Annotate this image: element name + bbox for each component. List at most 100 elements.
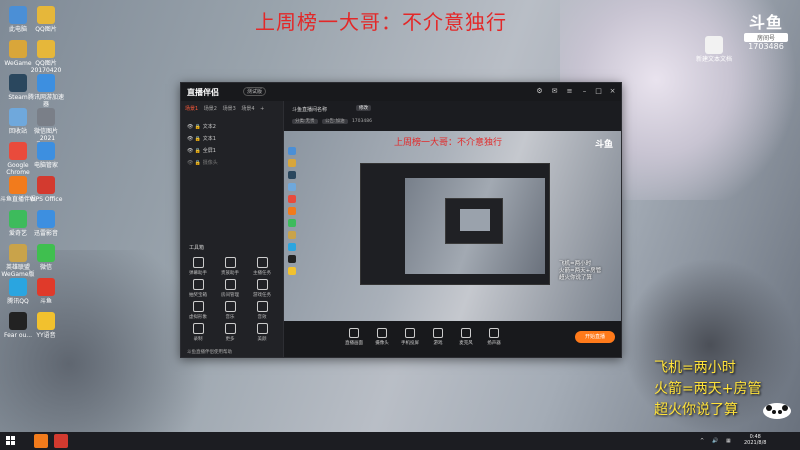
tray-arrow-icon[interactable]: ^ — [700, 438, 704, 444]
close-icon[interactable]: × — [609, 88, 616, 95]
toolbox-item[interactable]: 音效 — [249, 301, 275, 320]
app-icon — [37, 108, 55, 126]
app-icon — [37, 278, 55, 296]
preview-desktop-icons — [288, 147, 300, 307]
bottom-tool-icon — [349, 328, 359, 338]
source-item[interactable]: 👁 🔒 文本2 — [187, 123, 216, 130]
bottom-tool-icon — [489, 328, 499, 338]
tool-icon — [256, 257, 268, 268]
desktop-icon[interactable]: 微信图片_2021 — [28, 108, 64, 142]
toolbox-item[interactable]: 美颜 — [249, 323, 275, 342]
edit-room-button[interactable]: 修改 — [356, 105, 371, 111]
toolbox-item[interactable]: 音乐 — [217, 301, 243, 320]
app-icon — [37, 40, 55, 58]
toolbox-item[interactable]: 弹幕助手 — [185, 257, 211, 276]
room-subinfo: 分类:无畏 公告:加油 1703486 — [292, 118, 372, 124]
bottom-toolbar: 直播画面 摄像头 手机投屏 游戏 麦克风 扬声器 开始直播 — [284, 321, 621, 357]
app-icon — [37, 244, 55, 262]
desktop-icon-text-file[interactable]: 新建文本文档 — [696, 36, 732, 63]
titlebar: 直播伴侣 测试版 ⚙ ✉ ≡ – □ × — [181, 83, 621, 101]
room-title: 斗鱼直播间名称 — [292, 107, 328, 113]
desktop-icon[interactable]: 迅雷影音 — [28, 210, 64, 237]
toolbox-item[interactable]: 主播任务 — [249, 257, 275, 276]
nested-preview-2 — [445, 198, 503, 244]
volume-icon[interactable]: 🔊 — [712, 438, 718, 444]
app-logo: 直播伴侣 — [187, 88, 219, 97]
desktop-icon[interactable]: 电脑管家 — [28, 142, 64, 169]
preview-logo: 斗鱼 — [594, 140, 613, 150]
bottom-tool[interactable]: 摄像头 — [370, 328, 394, 346]
app-icon — [37, 176, 55, 194]
desktop-icon[interactable]: 微信 — [28, 244, 64, 271]
nested-preview — [405, 178, 545, 274]
windows-start-icon[interactable] — [6, 436, 16, 446]
bottom-tool[interactable]: 扬声器 — [482, 328, 506, 346]
desktop-icon[interactable]: WPS Office — [28, 176, 64, 203]
toolbox-item[interactable]: 贵族助手 — [217, 257, 243, 276]
tab-scene-1[interactable]: 场景1 — [185, 106, 198, 112]
tool-icon — [192, 323, 204, 334]
help-link[interactable]: 斗鱼直播伴侣使用帮助 — [187, 349, 232, 355]
tool-icon — [256, 279, 268, 290]
app-icon — [37, 312, 55, 330]
app-icon — [9, 210, 27, 228]
douyu-logo: 斗鱼 房间号 1703486 — [744, 14, 788, 56]
toolbox-item[interactable]: 房间管理 — [217, 279, 243, 298]
start-live-button[interactable]: 开始直播 — [575, 331, 615, 343]
toolbox-item[interactable]: 录制 — [185, 323, 211, 342]
taskbar-app-icon[interactable] — [54, 434, 68, 448]
app-icon — [9, 312, 27, 330]
app-icon — [37, 6, 55, 24]
source-item[interactable]: 👁 🔒 文本1 — [187, 135, 216, 142]
bottom-tool-icon — [433, 328, 443, 338]
app-icon — [9, 142, 27, 160]
bottom-tool[interactable]: 游戏 — [426, 328, 450, 346]
bottom-tool[interactable]: 手机投屏 — [398, 328, 422, 346]
toolbox-title: 工具箱 — [189, 245, 205, 251]
desktop-icon[interactable]: YY语音 — [28, 312, 64, 339]
bottom-tool[interactable]: 麦克风 — [454, 328, 478, 346]
stream-banner: 上周榜一大哥：不介意独行 — [255, 10, 507, 34]
desktop-icon[interactable]: QQ图片 — [28, 6, 64, 33]
tool-icon — [256, 323, 268, 334]
stream-preview[interactable]: 上周榜一大哥：不介意独行 斗鱼 飞机=两小时 火箭=两天+房管 超火你说了算 — [284, 131, 621, 321]
toolbox-item[interactable]: 虚拟形象 — [185, 301, 211, 320]
panda-sticker-icon — [763, 403, 791, 419]
bottom-tool[interactable]: 直播画面 — [342, 328, 366, 346]
maximize-icon[interactable]: □ — [595, 88, 602, 95]
desktop-icon[interactable]: 腾讯网游加速器 — [28, 74, 64, 108]
app-icon — [37, 142, 55, 160]
app-icon — [9, 6, 27, 24]
toolbox-item[interactable]: 游戏任务 — [249, 279, 275, 298]
message-icon[interactable]: ✉ — [551, 88, 558, 95]
tool-icon — [224, 279, 236, 290]
tool-icon — [192, 301, 204, 312]
taskbar-douyu-icon[interactable] — [34, 434, 48, 448]
app-icon — [9, 244, 27, 262]
network-icon[interactable]: ▦ — [726, 438, 731, 444]
bottom-tool-icon — [461, 328, 471, 338]
version-badge: 测试版 — [243, 87, 267, 96]
main-area: 斗鱼直播间名称 修改 分类:无畏 公告:加油 1703486 上周榜一大哥：不介… — [284, 101, 621, 357]
system-clock[interactable]: 0:48 2021/8/8 — [744, 434, 766, 446]
source-item[interactable]: 👁 🔒 摄像头 — [187, 159, 218, 166]
source-item[interactable]: 👁 🔒 全屏1 — [187, 147, 216, 154]
toolbox-item[interactable]: 更多 — [217, 323, 243, 342]
tab-scene-2[interactable]: 场景2 — [204, 106, 217, 112]
toolbox-item[interactable]: 抽奖宝箱 — [185, 279, 211, 298]
text-file-icon — [705, 36, 723, 54]
scene-tabs: 场景1 场景2 场景3 场景4 + — [185, 105, 268, 112]
menu-icon[interactable]: ≡ — [566, 88, 573, 95]
gift-rules-overlay: 飞机=两小时 火箭=两天+房管 超火你说了算 — [654, 360, 762, 418]
tab-scene-4[interactable]: 场景4 — [241, 106, 254, 112]
desktop-icon[interactable]: QQ图片20170420 — [28, 40, 64, 74]
bottom-tool-icon — [405, 328, 415, 338]
minimize-icon[interactable]: – — [581, 88, 588, 95]
tab-scene-3[interactable]: 场景3 — [223, 106, 236, 112]
bottom-tool-icon — [377, 328, 387, 338]
desktop-icon[interactable]: 斗鱼 — [28, 278, 64, 305]
settings-icon[interactable]: ⚙ — [536, 88, 543, 95]
add-scene-button[interactable]: + — [260, 106, 264, 112]
tool-icon — [224, 257, 236, 268]
nested-preview-window — [360, 163, 550, 285]
